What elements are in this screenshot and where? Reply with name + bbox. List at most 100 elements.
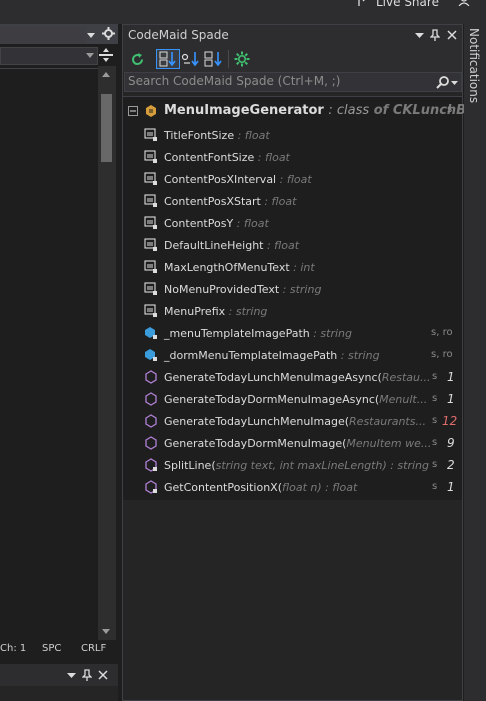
member-row[interactable]: _dormMenuTemplateImagePath : string s, ro <box>123 345 462 367</box>
window-menu-icon[interactable] <box>415 32 424 39</box>
member-row[interactable]: GenerateTodayDormMenuImage(MenuItem we..… <box>123 433 462 455</box>
member-access: s <box>432 415 438 426</box>
class-access: s <box>447 104 453 115</box>
member-name: ContentPosY <box>164 217 234 230</box>
class-icon <box>146 105 156 117</box>
member-complexity: 2 <box>447 458 455 472</box>
editor-top-strip <box>0 0 118 26</box>
member-access: s, ro <box>431 327 453 338</box>
scrollbar-thumb[interactable] <box>101 94 112 162</box>
pin-icon[interactable] <box>430 29 440 41</box>
sort-by-type-icon[interactable] <box>181 51 201 67</box>
member-access: s <box>432 393 438 404</box>
member-name: ContentPosXStart <box>164 195 261 208</box>
close-icon[interactable] <box>98 670 108 680</box>
member-complexity: 9 <box>447 436 455 450</box>
member-type: : float <box>254 151 290 164</box>
member-name: SplitLine( <box>164 459 216 472</box>
member-type: : float <box>234 129 270 142</box>
member-access: s <box>432 459 438 470</box>
member-row[interactable]: MenuPrefix : string <box>123 301 462 323</box>
member-row[interactable]: MaxLengthOfMenuText : int <box>123 257 462 279</box>
sort-by-file-order-icon <box>159 51 176 67</box>
member-type: : float <box>260 195 297 208</box>
gear-icon[interactable] <box>102 27 115 40</box>
member-row[interactable]: ContentPosXInterval : float <box>123 169 462 191</box>
member-row[interactable]: GenerateTodayLunchMenuImageAsync(Restau.… <box>123 367 462 389</box>
pin-icon[interactable] <box>82 669 92 681</box>
member-row[interactable]: ContentFontSize : float <box>123 147 462 169</box>
sort-by-name-icon[interactable] <box>204 51 224 67</box>
member-type: Restau... <box>381 371 431 384</box>
member-row[interactable]: DefaultLineHeight : float <box>123 235 462 257</box>
field-icon <box>144 194 157 207</box>
class-name: MenuImageGenerator <box>164 103 324 118</box>
member-combo[interactable] <box>0 47 98 65</box>
live-share-button[interactable]: Live Share <box>376 0 439 9</box>
member-row[interactable]: GenerateTodayLunchMenuImage(Restaurants.… <box>123 411 462 433</box>
member-name: NoMenuProvidedText <box>164 283 280 296</box>
user-icon[interactable] <box>458 0 470 6</box>
member-row[interactable]: _menuTemplateImagePath : string s, ro <box>123 323 462 345</box>
method-icon <box>145 436 157 450</box>
method-icon <box>145 414 157 428</box>
collapse-icon[interactable] <box>128 106 142 120</box>
member-access: s <box>432 371 438 382</box>
member-type: MenuItem we... <box>346 437 432 450</box>
search-icon[interactable] <box>436 76 449 89</box>
private-field-icon <box>145 349 157 361</box>
member-complexity: 12 <box>442 414 458 428</box>
member-type: : float <box>233 217 269 230</box>
member-row[interactable]: SplitLine(string text, int maxLineLength… <box>123 455 462 477</box>
field-icon <box>144 260 157 273</box>
member-name: MenuPrefix <box>164 305 226 318</box>
editor-tab[interactable] <box>0 26 86 44</box>
member-type: : string <box>337 349 380 362</box>
member-type: : int <box>289 261 315 274</box>
member-name: TitleFontSize <box>164 129 235 142</box>
member-row[interactable]: NoMenuProvidedText : string <box>123 279 462 301</box>
search-placeholder: Search CodeMaid Spade (Ctrl+M, ;) <box>128 74 341 88</box>
editor-status-bar: Ch: 1 SPC CRLF <box>0 640 118 660</box>
member-name: MaxLengthOfMenuText <box>164 261 290 274</box>
member-row[interactable]: ContentPosY : float <box>123 213 462 235</box>
member-row[interactable]: GetContentPositionX(float n) : float s 1 <box>123 477 462 499</box>
scroll-up-icon[interactable] <box>101 70 111 78</box>
member-tree[interactable]: MenuImageGenerator : class of CKLunchBot… <box>123 96 486 500</box>
member-name: DefaultLineHeight <box>164 239 264 252</box>
field-icon <box>144 150 157 163</box>
member-access: s <box>432 437 438 448</box>
line-ending-indicator[interactable]: CRLF <box>81 643 106 654</box>
method-icon <box>145 370 157 384</box>
code-editor[interactable] <box>0 68 98 643</box>
close-icon[interactable] <box>447 30 457 40</box>
tool-window-title: CodeMaid Spade <box>128 28 229 42</box>
panel-dropdown-icon[interactable] <box>67 672 76 679</box>
member-row[interactable]: ContentPosXStart : float <box>123 191 462 213</box>
live-share-icon[interactable] <box>357 0 371 7</box>
field-icon <box>144 128 157 141</box>
scroll-down-icon[interactable] <box>101 628 111 636</box>
toolbar-separator <box>228 50 229 68</box>
split-editor-icon[interactable] <box>99 47 113 63</box>
member-type: string text, int maxLineLength) : string <box>215 459 430 472</box>
whitespace-indicator[interactable]: SPC <box>42 643 61 654</box>
member-type: : string <box>309 327 353 340</box>
member-name: _dormMenuTemplateImagePath <box>164 349 338 362</box>
settings-gear-icon[interactable] <box>234 51 250 67</box>
tree-root-class[interactable]: MenuImageGenerator : class of CKLunchBot… <box>123 101 486 123</box>
column-indicator: Ch: 1 <box>0 643 27 654</box>
class-kind: : class <box>328 103 370 118</box>
member-row[interactable]: GenerateTodayDormMenuImageAsync(Menult..… <box>123 389 462 411</box>
field-icon <box>144 238 157 251</box>
member-name: GenerateTodayDormMenuImageAsync( <box>164 393 380 406</box>
member-name: ContentFontSize <box>164 151 255 164</box>
member-access: s, ro <box>431 349 453 360</box>
refresh-icon[interactable] <box>130 52 145 67</box>
search-options-icon[interactable] <box>451 80 458 86</box>
notifications-tab[interactable]: Notifications <box>467 28 481 103</box>
member-type: : string <box>279 283 322 296</box>
member-row[interactable]: TitleFontSize : float <box>123 125 462 147</box>
tab-dropdown-icon[interactable] <box>86 31 96 39</box>
member-name: _menuTemplateImagePath <box>164 327 310 340</box>
